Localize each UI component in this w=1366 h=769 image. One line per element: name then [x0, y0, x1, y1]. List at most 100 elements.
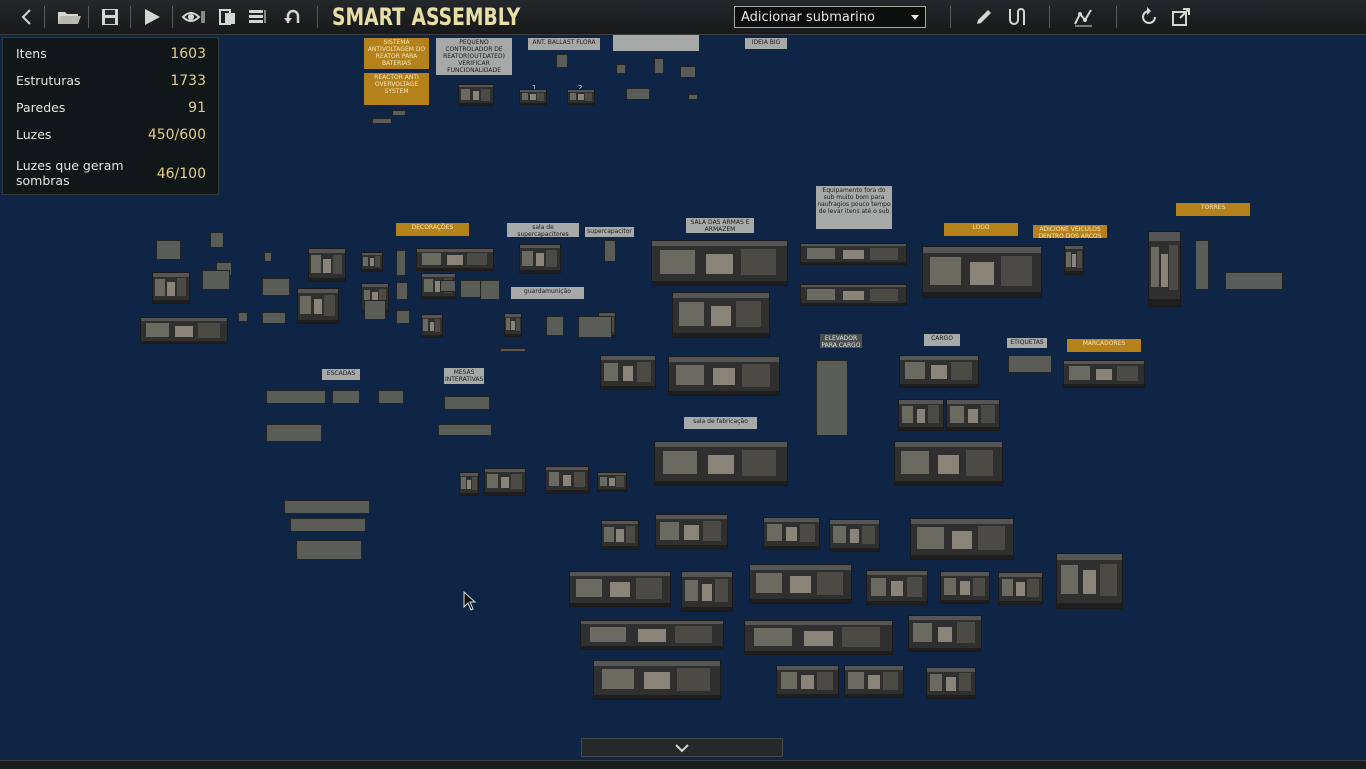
editor-component[interactable] [396, 250, 406, 276]
export-button[interactable] [1168, 4, 1194, 30]
expand-panel-button[interactable] [581, 738, 783, 757]
undo-button[interactable] [280, 4, 306, 30]
submarine-module[interactable] [152, 272, 190, 304]
submarine-module[interactable] [569, 571, 671, 607]
editor-component[interactable] [264, 252, 272, 262]
submarine-module[interactable] [672, 292, 770, 338]
editor-component[interactable] [332, 390, 360, 404]
submarine-module[interactable] [844, 665, 904, 698]
editor-component[interactable] [688, 94, 698, 100]
editor-component[interactable] [1195, 240, 1209, 290]
visibility-button[interactable] [180, 4, 208, 30]
editor-component[interactable] [238, 312, 248, 322]
editor-component[interactable] [262, 312, 286, 324]
submarine-module[interactable] [898, 399, 944, 431]
editor-component[interactable] [1008, 355, 1052, 373]
submarine-module[interactable] [940, 571, 990, 604]
submarine-module[interactable] [946, 399, 1000, 431]
editor-component[interactable] [680, 66, 696, 78]
editor-component[interactable] [210, 232, 224, 248]
submarine-module[interactable] [829, 519, 880, 552]
submarine-module[interactable] [651, 240, 788, 286]
submarine-module[interactable] [894, 441, 1003, 486]
submarine-module[interactable] [484, 468, 526, 496]
editor-component[interactable] [202, 270, 230, 290]
submarine-module[interactable] [593, 660, 721, 700]
waypoints-button[interactable] [1070, 4, 1096, 30]
editor-component[interactable] [284, 500, 370, 514]
reload-button[interactable] [1136, 4, 1162, 30]
editor-component[interactable] [556, 54, 568, 68]
submarine-module[interactable] [504, 313, 522, 337]
layers-button[interactable] [214, 4, 240, 30]
editor-component[interactable] [440, 280, 456, 292]
submarine-module[interactable] [899, 355, 979, 388]
editor-component[interactable] [816, 360, 848, 436]
editor-component[interactable] [396, 310, 410, 324]
submarine-module[interactable] [800, 243, 907, 265]
submarine-module[interactable] [545, 466, 589, 494]
submarine-module[interactable] [600, 355, 656, 390]
submarine-module[interactable] [908, 615, 982, 652]
editor-component[interactable] [616, 64, 626, 74]
editor-component[interactable] [396, 282, 408, 300]
editor-component[interactable] [604, 240, 616, 262]
open-button[interactable] [55, 4, 83, 30]
wiring-button[interactable] [1004, 4, 1030, 30]
submarine-module[interactable] [361, 252, 383, 272]
submarine-select[interactable]: Adicionar submarino [734, 6, 926, 28]
submarine-module[interactable] [459, 472, 479, 496]
submarine-module[interactable] [601, 520, 639, 550]
editor-component[interactable] [546, 316, 564, 336]
editor-component[interactable] [654, 58, 664, 74]
editor-component[interactable] [296, 540, 362, 560]
editor-component[interactable] [290, 518, 366, 532]
editor-component[interactable] [578, 316, 612, 338]
editor-component[interactable] [392, 110, 406, 116]
submarine-module[interactable] [763, 517, 820, 550]
editor-component[interactable] [438, 424, 492, 436]
submarine-module[interactable] [866, 570, 928, 605]
submarine-module[interactable] [926, 667, 976, 699]
editor-component[interactable] [266, 390, 326, 404]
editor-component[interactable] [1225, 272, 1283, 290]
submarine-module[interactable] [308, 248, 346, 282]
editor-component[interactable] [262, 278, 290, 296]
submarine-module[interactable] [655, 514, 728, 549]
submarine-module[interactable] [458, 84, 494, 106]
submarine-module[interactable] [681, 571, 733, 612]
submarine-module[interactable] [998, 572, 1043, 605]
submarine-module[interactable] [519, 89, 547, 105]
submarine-module[interactable] [910, 518, 1014, 560]
editor-component[interactable] [156, 240, 181, 260]
submarine-module[interactable] [1064, 245, 1084, 275]
editor-component[interactable] [364, 300, 386, 320]
submarine-module[interactable] [140, 317, 228, 344]
editor-component[interactable] [500, 348, 526, 352]
submarine-module[interactable] [297, 288, 339, 324]
submarine-module[interactable] [416, 248, 494, 271]
submarine-module[interactable] [1056, 553, 1123, 609]
submarine-module[interactable] [922, 246, 1042, 298]
submarine-module[interactable] [597, 472, 627, 492]
submarine-module[interactable] [567, 89, 595, 105]
submarine-module[interactable] [776, 665, 839, 698]
submarine-module[interactable] [749, 564, 852, 604]
submarine-module[interactable] [580, 620, 724, 650]
editor-component[interactable] [444, 396, 490, 410]
save-button[interactable] [97, 4, 123, 30]
submarine-module[interactable] [1148, 231, 1181, 307]
submarine-module[interactable] [668, 356, 780, 396]
submarine-module[interactable] [744, 620, 893, 655]
editor-component[interactable] [480, 280, 500, 300]
draw-button[interactable] [972, 4, 996, 30]
editor-component[interactable] [378, 390, 404, 404]
editor-component[interactable] [626, 88, 650, 100]
submarine-module[interactable] [1063, 360, 1145, 388]
submarine-module[interactable] [800, 284, 907, 306]
submarine-module[interactable] [421, 314, 443, 338]
editor-component[interactable] [266, 424, 322, 442]
editor-component[interactable] [460, 280, 482, 298]
entity-list-button[interactable] [244, 4, 270, 30]
back-button[interactable] [16, 4, 38, 30]
